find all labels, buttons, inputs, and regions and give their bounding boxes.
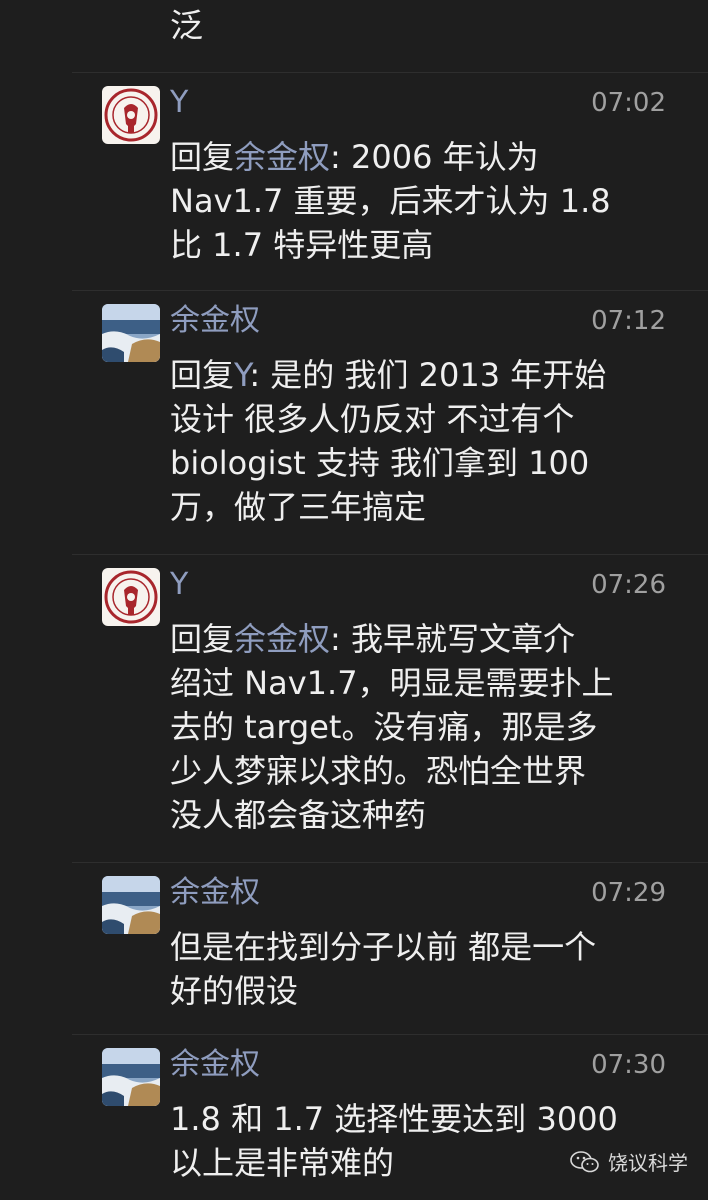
message-time: 07:29 [591,878,666,908]
chat-message: Y 07:26 回复余金权: 我早就写文章介 绍过 Nav1.7，明显是需要扑上… [0,554,708,862]
message-line: 没人都会备这种药 [170,796,427,834]
chat-message: 余金权 07:12 回复Y: 是的 我们 2013 年开始 设计 很多人仍反对 … [0,290,708,554]
sender-name[interactable]: 余金权 [170,874,260,912]
message-line: : 是的 我们 2013 年开始 [249,356,607,394]
message-divider [72,72,708,73]
message-line: 但是在找到分子以前 都是一个 [170,928,597,966]
message-divider [72,290,708,291]
message-line: 去的 target。没有痛，那是多 [170,708,598,746]
reply-mention[interactable]: 余金权 [234,620,330,658]
sender-name[interactable]: Y [170,566,188,604]
message-body: 但是在找到分子以前 都是一个 好的假设 [170,925,670,1013]
message-line: 设计 很多人仍反对 不过有个 [170,400,575,438]
message-line: 好的假设 [170,972,299,1010]
message-line: 1.8 和 1.7 选择性要达到 3000 [170,1100,618,1138]
ocean-landscape-avatar-icon[interactable] [102,1048,160,1106]
message-body: 回复Y: 是的 我们 2013 年开始 设计 很多人仍反对 不过有个 biolo… [170,353,670,529]
message-text-fragment: 泛 [170,6,203,45]
chat-transcript: 泛 Y 07:02 回复余金权: 2006 年认为 Nav1.7 重要，后来才认… [0,0,708,1200]
message-line: Nav1.7 重要，后来才认为 1.8 [170,182,611,220]
reply-mention[interactable]: Y [234,356,249,394]
message-line: 比 1.7 特异性更高 [170,226,434,264]
university-seal-avatar-icon[interactable] [102,568,160,626]
message-time: 07:02 [591,88,666,118]
reply-prefix: 回复 [170,138,235,176]
message-line: 万，做了三年搞定 [170,488,427,526]
chat-message: 余金权 07:29 但是在找到分子以前 都是一个 好的假设 [0,862,708,1034]
message-line: : 2006 年认为 [330,138,539,176]
message-line: 绍过 Nav1.7，明显是需要扑上 [170,664,614,702]
message-line: 少人梦寐以求的。恐怕全世界 [170,752,587,790]
message-time: 07:12 [591,306,666,336]
watermark: 饶议科学 [570,1147,688,1176]
message-line: biologist 支持 我们拿到 100 [170,444,590,482]
message-divider [72,554,708,555]
message-divider [72,1034,708,1035]
wechat-icon [570,1150,599,1172]
university-seal-avatar-icon[interactable] [102,86,160,144]
sender-name[interactable]: Y [170,84,188,122]
sender-name[interactable]: 余金权 [170,302,260,340]
chat-message: Y 07:02 回复余金权: 2006 年认为 Nav1.7 重要，后来才认为 … [0,72,708,290]
sender-name[interactable]: 余金权 [170,1046,260,1084]
reply-prefix: 回复 [170,620,235,658]
reply-mention[interactable]: 余金权 [234,138,330,176]
message-body: 回复余金权: 我早就写文章介 绍过 Nav1.7，明显是需要扑上 去的 targ… [170,617,670,837]
ocean-landscape-avatar-icon[interactable] [102,304,160,362]
reply-prefix: 回复 [170,356,235,394]
message-line: : 我早就写文章介 [330,620,575,658]
message-time: 07:26 [591,570,666,600]
ocean-landscape-avatar-icon[interactable] [102,876,160,934]
watermark-text: 饶议科学 [608,1151,688,1175]
message-time: 07:30 [591,1050,666,1080]
message-divider [72,862,708,863]
message-body: 回复余金权: 2006 年认为 Nav1.7 重要，后来才认为 1.8 比 1.… [170,135,670,267]
